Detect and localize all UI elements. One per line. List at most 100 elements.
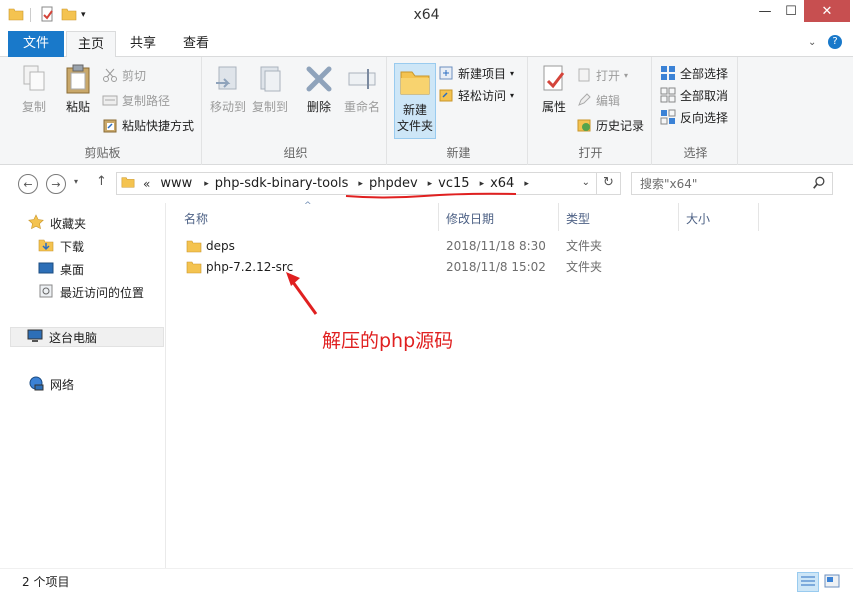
column-divider[interactable]: [758, 203, 759, 231]
select-all-icon: [660, 65, 676, 81]
breadcrumb-overflow[interactable]: «: [143, 177, 150, 191]
minimize-ribbon-icon[interactable]: ⌄: [808, 37, 816, 48]
maximize-button[interactable]: ☐: [778, 0, 804, 22]
select-all-button[interactable]: 全部选择: [660, 63, 728, 83]
new-item-button[interactable]: 新建项目 ▾: [438, 63, 514, 83]
breadcrumb-x64[interactable]: x64: [490, 176, 514, 191]
tab-view[interactable]: 查看: [172, 31, 220, 57]
scissors-icon: [102, 67, 118, 83]
large-icons-view-button[interactable]: [822, 572, 844, 592]
file-type: 文件夹: [566, 260, 603, 274]
file-modified: 2018/11/8 15:02: [446, 260, 546, 274]
column-divider[interactable]: [438, 203, 439, 231]
new-folder-icon: [399, 66, 431, 98]
breadcrumb-separator-icon[interactable]: ▸: [358, 179, 363, 189]
copy-path-button[interactable]: 复制路径: [102, 90, 170, 110]
column-divider[interactable]: [558, 203, 559, 231]
history-button[interactable]: 历史记录: [576, 115, 644, 135]
column-divider[interactable]: [678, 203, 679, 231]
easy-access-icon: [438, 87, 454, 103]
tab-home[interactable]: 主页: [66, 31, 116, 58]
breadcrumb-separator-icon[interactable]: ▸: [204, 179, 209, 189]
back-button[interactable]: ←: [18, 174, 38, 194]
copy-to-button[interactable]: 复制到: [249, 61, 291, 115]
breadcrumb-www[interactable]: www: [160, 176, 192, 191]
tab-file[interactable]: 文件: [8, 31, 64, 57]
invert-selection-button[interactable]: 反向选择: [660, 107, 728, 127]
minimize-button[interactable]: —: [752, 0, 778, 22]
folder-icon: [186, 257, 202, 277]
open-group-label: 打开: [578, 146, 603, 160]
nav-downloads[interactable]: 下载: [38, 236, 84, 256]
recent-locations-icon[interactable]: ▾: [74, 177, 78, 186]
move-to-label: 移动到: [209, 100, 246, 114]
up-button[interactable]: ↑: [96, 174, 107, 189]
table-row[interactable]: deps 2018/11/18 8:30 文件夹: [186, 236, 786, 256]
move-to-button[interactable]: 移动到: [207, 61, 249, 115]
nav-this-pc[interactable]: 这台电脑: [10, 327, 164, 347]
new-item-icon: [438, 65, 454, 81]
sort-ascending-icon: ^: [304, 201, 312, 211]
nav-desktop[interactable]: 桌面: [38, 259, 84, 279]
easy-access-button[interactable]: 轻松访问 ▾: [438, 85, 514, 105]
cut-button[interactable]: 剪切: [102, 65, 146, 85]
search-input[interactable]: 搜索"x64": [631, 172, 833, 195]
table-row[interactable]: php-7.2.12-src 2018/11/8 15:02 文件夹: [186, 257, 786, 277]
breadcrumb-vc15[interactable]: vc15: [438, 176, 469, 191]
nav-favorites[interactable]: 收藏夹: [28, 213, 86, 233]
history-label: 历史记录: [596, 118, 645, 133]
properties-label: 属性: [541, 100, 566, 114]
paste-shortcut-button[interactable]: 粘贴快捷方式: [102, 115, 194, 135]
select-none-icon: [660, 87, 676, 103]
invert-selection-icon: [660, 109, 676, 125]
paste-button[interactable]: 粘贴: [56, 61, 100, 115]
breadcrumb-separator-icon[interactable]: ▸: [428, 179, 433, 189]
nav-network[interactable]: 网络: [28, 374, 74, 394]
details-view-button[interactable]: [797, 572, 819, 592]
properties-button[interactable]: 属性: [532, 61, 576, 115]
new-folder-button[interactable]: 新建 文件夹: [394, 63, 436, 139]
nav-network-label: 网络: [50, 377, 75, 392]
annotation-text: 解压的php源码: [322, 330, 454, 352]
delete-button[interactable]: 删除: [299, 61, 339, 115]
rename-button[interactable]: 重命名: [339, 61, 385, 115]
refresh-icon[interactable]: ↻: [596, 173, 620, 194]
breadcrumb-phpdev[interactable]: phpdev: [369, 176, 418, 191]
open-button[interactable]: 打开 ▾: [576, 65, 628, 85]
select-none-button[interactable]: 全部取消: [660, 85, 728, 105]
item-count: 2 个项目: [22, 575, 70, 589]
breadcrumb-separator-icon[interactable]: ▸: [524, 179, 529, 189]
column-header-modified[interactable]: 修改日期: [446, 209, 494, 229]
select-group-label: 选择: [683, 146, 708, 160]
select-none-label: 全部取消: [680, 88, 729, 103]
copy-path-icon: [102, 92, 118, 108]
arrow-up-icon: ↑: [96, 174, 107, 189]
forward-button[interactable]: →: [46, 174, 66, 194]
clipboard-group: 复制 粘贴 剪切 复制路径 粘贴快捷方式 剪贴板: [4, 57, 202, 165]
copy-path-label: 复制路径: [122, 93, 171, 108]
file-name: php-7.2.12-src: [206, 260, 294, 274]
tab-share[interactable]: 共享: [120, 31, 166, 57]
move-to-icon: [212, 63, 244, 95]
nav-recent-label: 最近访问的位置: [60, 285, 145, 300]
organize-group: 移动到 复制到 删除 重命名 组织: [205, 57, 387, 165]
details-view-icon: [801, 576, 815, 586]
dropdown-arrow-icon: ▾: [624, 70, 629, 80]
column-header-size[interactable]: 大小: [686, 209, 710, 229]
edit-button[interactable]: 编辑: [576, 90, 620, 110]
column-header-type[interactable]: 类型: [566, 209, 590, 229]
history-icon: [576, 117, 592, 133]
nav-recent[interactable]: 最近访问的位置: [38, 282, 144, 302]
address-history-icon[interactable]: ⌄: [582, 177, 590, 188]
open-label: 打开: [596, 68, 621, 83]
properties-icon: [538, 63, 570, 95]
help-icon[interactable]: ?: [828, 35, 842, 49]
close-button[interactable]: ✕: [804, 0, 850, 22]
breadcrumb-separator-icon[interactable]: ▸: [480, 179, 485, 189]
status-bar: 2 个项目: [0, 568, 853, 600]
breadcrumb-php-sdk-binary-tools[interactable]: php-sdk-binary-tools: [215, 176, 349, 191]
column-header-name[interactable]: 名称: [184, 209, 208, 229]
copy-label: 复制: [21, 100, 46, 114]
copy-button[interactable]: 复制: [12, 61, 56, 115]
arrow-right-icon: →: [51, 177, 61, 191]
